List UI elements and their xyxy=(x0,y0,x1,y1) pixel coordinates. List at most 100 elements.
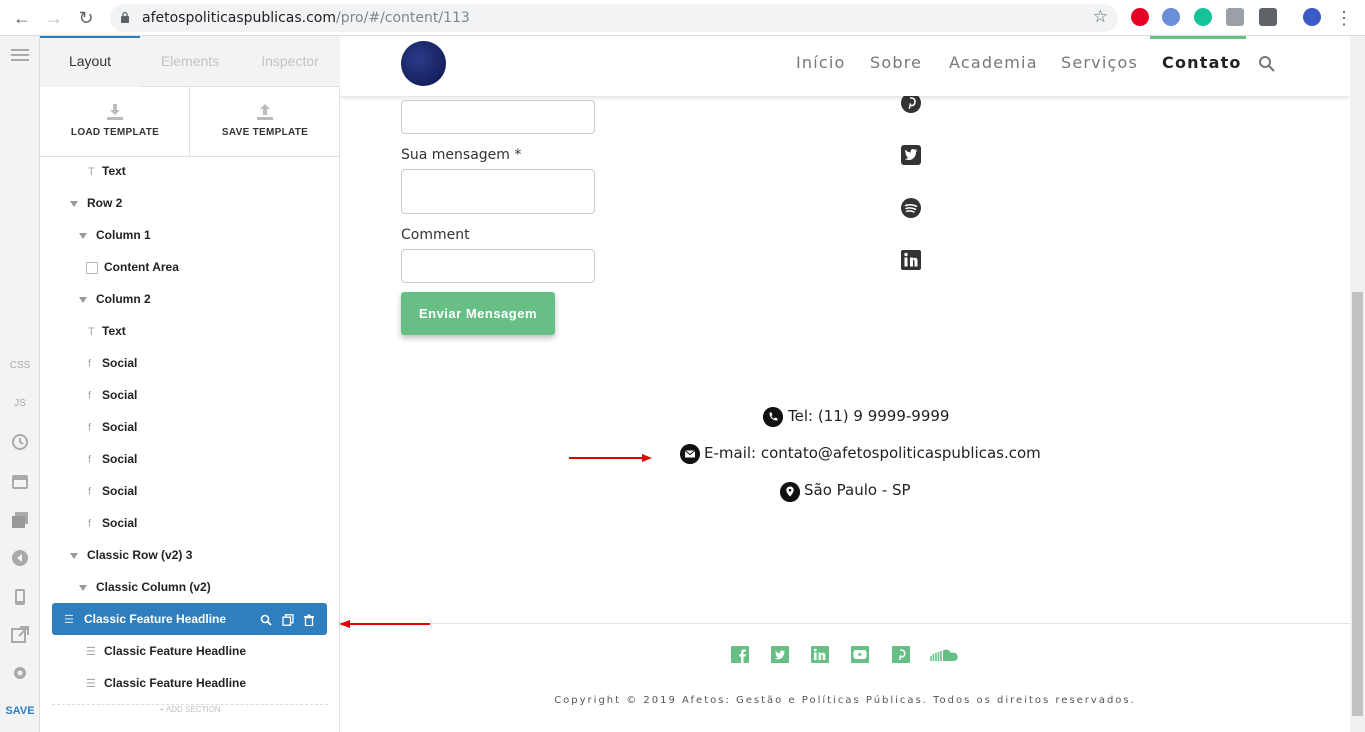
play-icon[interactable] xyxy=(11,549,29,567)
tree-node-text[interactable]: T Text xyxy=(88,315,126,347)
camera-extension-icon[interactable] xyxy=(1226,8,1244,26)
upload-icon xyxy=(257,104,273,120)
mail-icon xyxy=(680,444,700,464)
phone-icon xyxy=(763,407,783,427)
settings-gear-icon[interactable] xyxy=(11,664,29,682)
reload-icon[interactable]: ↻ xyxy=(76,8,96,28)
hamburger-menu-icon[interactable] xyxy=(11,46,29,64)
tree-node-classic-column[interactable]: Classic Column (v2) xyxy=(79,571,211,603)
contact-phone: Tel: (11) 9 9999-9999 xyxy=(788,407,950,425)
social-icon: f xyxy=(88,390,92,402)
message-textarea[interactable] xyxy=(401,169,595,214)
node-actions xyxy=(260,603,315,635)
tree-node-feature-headline-selected[interactable]: ☰ Classic Feature Headline xyxy=(52,603,327,635)
location-pin-icon xyxy=(780,482,800,502)
collapse-arrow-icon[interactable] xyxy=(79,584,87,591)
grammarly-extension-icon[interactable] xyxy=(1194,8,1212,26)
eyedropper-extension-icon[interactable] xyxy=(1259,8,1277,26)
comment-input[interactable] xyxy=(401,249,595,283)
twitter-icon[interactable] xyxy=(771,646,789,663)
bookmark-star-icon[interactable]: ☆ xyxy=(1093,7,1108,27)
search-icon[interactable] xyxy=(1258,55,1276,73)
extension-icon[interactable] xyxy=(1162,8,1180,26)
social-icon: f xyxy=(88,358,92,370)
twitter-icon[interactable] xyxy=(900,144,922,166)
mobile-preview-icon[interactable] xyxy=(11,588,29,606)
tab-layout[interactable]: Layout xyxy=(40,36,140,87)
nav-academia[interactable]: Academia xyxy=(949,53,1038,72)
history-icon[interactable] xyxy=(11,433,29,451)
pinterest-extension-icon[interactable] xyxy=(1131,8,1149,26)
tab-elements[interactable]: Elements xyxy=(140,36,240,87)
url-text: afetospoliticaspublicas.com/pro/#/conten… xyxy=(142,10,470,26)
profile-avatar[interactable] xyxy=(1303,8,1321,26)
tab-inspector[interactable]: Inspector xyxy=(240,36,340,87)
layout-icon[interactable] xyxy=(11,473,29,491)
tree-node-content-area[interactable]: Content Area xyxy=(86,251,179,283)
collapse-arrow-icon[interactable] xyxy=(70,200,78,207)
contact-email[interactable]: E-mail: contato@afetospoliticaspublicas.… xyxy=(704,444,1041,462)
load-template-label: LOAD TEMPLATE xyxy=(70,127,160,138)
address-bar[interactable]: afetospoliticaspublicas.com/pro/#/conten… xyxy=(110,4,1118,32)
tree-node-social[interactable]: f Social xyxy=(88,475,137,507)
search-icon[interactable] xyxy=(260,614,272,626)
collapse-arrow-icon[interactable] xyxy=(79,232,87,239)
save-template-label: SAVE TEMPLATE xyxy=(221,127,309,138)
tree-node-feature-headline[interactable]: ☰ Classic Feature Headline xyxy=(86,635,246,667)
collapse-arrow-icon[interactable] xyxy=(79,296,87,303)
pinterest-icon[interactable] xyxy=(892,646,910,663)
nav-servicos[interactable]: Serviços xyxy=(1061,53,1138,72)
nav-inicio[interactable]: Início xyxy=(796,53,846,72)
tree-node-feature-headline[interactable]: ☰ Classic Feature Headline xyxy=(86,667,246,699)
load-template-button[interactable]: LOAD TEMPLATE xyxy=(40,87,190,157)
builder-toolbar: CSS JS SAVE xyxy=(0,36,40,732)
save-button[interactable]: SAVE xyxy=(0,705,40,717)
tree-node-social[interactable]: f Social xyxy=(88,379,137,411)
text-icon: T xyxy=(88,326,95,338)
spotify-icon[interactable] xyxy=(900,197,922,219)
tree-node-social[interactable]: f Social xyxy=(88,443,137,475)
tree-node-classic-row[interactable]: Classic Row (v2) 3 xyxy=(70,539,192,571)
contact-location: São Paulo - SP xyxy=(804,481,911,499)
youtube-icon[interactable] xyxy=(851,646,869,663)
send-message-button[interactable]: Enviar Mensagem xyxy=(401,292,555,335)
nav-contato[interactable]: Contato xyxy=(1162,53,1242,72)
tree-node-text[interactable]: T Text xyxy=(88,155,126,187)
add-section-button[interactable]: + ADD SECTION xyxy=(52,704,328,715)
save-template-button[interactable]: SAVE TEMPLATE xyxy=(190,87,340,157)
lock-icon xyxy=(121,11,129,23)
tree-node-row[interactable]: Row 2 xyxy=(70,187,122,219)
browser-chrome: ← → ↻ afetospoliticaspublicas.com/pro/#/… xyxy=(0,0,1365,36)
back-icon[interactable]: ← xyxy=(12,8,32,28)
tree-node-social[interactable]: f Social xyxy=(88,411,137,443)
layout-tree: T Text Row 2 Column 1 Content Area Column… xyxy=(40,157,340,717)
nav-sobre[interactable]: Sobre xyxy=(870,53,922,72)
site-logo[interactable] xyxy=(401,41,446,86)
trash-icon[interactable] xyxy=(303,614,315,627)
forward-icon[interactable]: → xyxy=(44,8,64,28)
duplicate-icon[interactable] xyxy=(282,613,294,626)
linkedin-icon[interactable] xyxy=(900,249,922,271)
download-icon xyxy=(107,104,123,120)
tree-node-social[interactable]: f Social xyxy=(88,507,137,539)
soundcloud-icon[interactable] xyxy=(930,648,960,662)
linkedin-icon[interactable] xyxy=(811,646,829,663)
tree-node-column[interactable]: Column 1 xyxy=(79,219,151,251)
scrollbar-thumb[interactable] xyxy=(1352,292,1363,716)
page-scrollbar[interactable] xyxy=(1350,36,1365,732)
css-button[interactable]: CSS xyxy=(0,360,40,371)
menu-dots-icon[interactable]: ⋮ xyxy=(1334,8,1354,28)
site-header: Início Sobre Academia Serviços Contato xyxy=(340,36,1350,96)
text-icon: T xyxy=(88,166,95,178)
tree-node-social[interactable]: f Social xyxy=(88,347,137,379)
pages-icon[interactable] xyxy=(11,511,29,529)
message-label: Sua mensagem * xyxy=(401,147,522,163)
active-nav-indicator xyxy=(1150,36,1246,39)
collapse-arrow-icon[interactable] xyxy=(70,552,78,559)
external-link-icon[interactable] xyxy=(11,626,29,644)
tree-node-column[interactable]: Column 2 xyxy=(79,283,151,315)
social-icon: f xyxy=(88,518,92,530)
facebook-icon[interactable] xyxy=(731,646,749,663)
js-button[interactable]: JS xyxy=(0,398,40,409)
form-field-input[interactable] xyxy=(401,100,595,134)
